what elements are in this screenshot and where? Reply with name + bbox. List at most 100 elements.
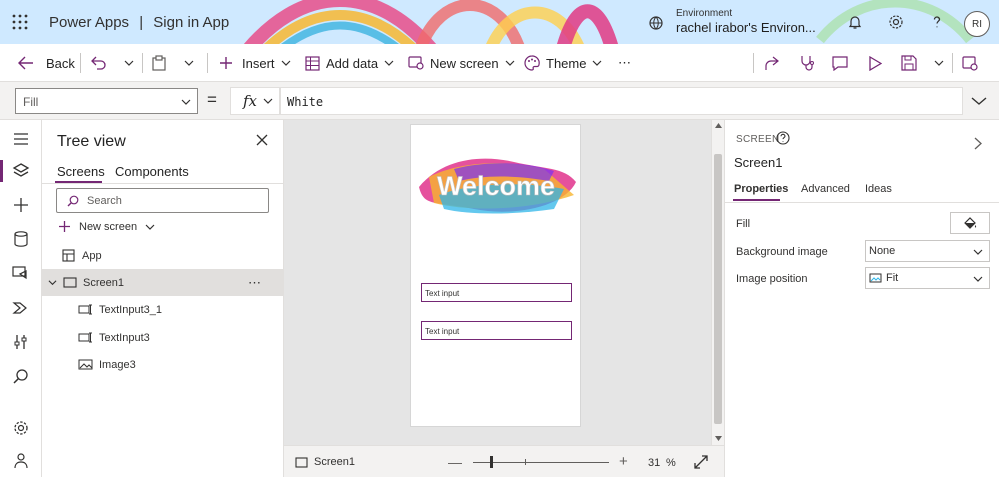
background-image-dropdown[interactable]: None — [865, 240, 990, 262]
tree-view-layers-icon[interactable] — [12, 162, 30, 180]
back-button[interactable]: Back — [18, 44, 75, 82]
tab-properties[interactable]: Properties — [734, 183, 788, 195]
share-icon[interactable] — [763, 56, 779, 71]
undo-icon[interactable] — [91, 56, 107, 70]
paste-chevron-down-icon[interactable] — [184, 58, 194, 68]
media-icon[interactable] — [12, 264, 30, 282]
save-chevron-down-icon[interactable] — [934, 58, 944, 68]
new-screen-button[interactable]: New screen — [58, 220, 155, 233]
zoom-out-button[interactable]: — — [448, 454, 462, 470]
insert-button[interactable]: Insert — [219, 44, 291, 82]
tree-item-image3[interactable]: Image3 — [42, 351, 284, 378]
formula-bar: Fill = fx White — [0, 82, 999, 120]
search-icon[interactable] — [12, 368, 30, 386]
tab-ideas[interactable]: Ideas — [865, 183, 892, 195]
new-screen-label: New screen — [430, 55, 499, 71]
scroll-down-arrow-icon[interactable] — [715, 436, 722, 441]
close-icon[interactable] — [256, 134, 268, 146]
tree-item-screen1[interactable]: Screen1 ⋯ — [42, 269, 284, 296]
insert-label: Insert — [242, 55, 275, 71]
add-data-button[interactable]: Add data — [305, 44, 394, 82]
app-grid-icon — [62, 249, 75, 262]
canvas-vertical-scrollbar[interactable] — [711, 120, 724, 445]
data-cylinder-icon[interactable] — [12, 230, 30, 248]
tree-item-label: Screen1 — [83, 276, 124, 289]
more-commands-button[interactable]: ⋯ — [618, 44, 631, 82]
product-name[interactable]: Power Apps — [49, 14, 129, 31]
image-position-value: Fit — [886, 272, 899, 284]
settings-gear-icon[interactable] — [12, 419, 30, 437]
text-input-field[interactable]: Text input — [421, 321, 572, 340]
scroll-up-arrow-icon[interactable] — [715, 123, 722, 128]
settings-gear-icon[interactable] — [888, 14, 904, 30]
welcome-image[interactable]: Welcome — [414, 147, 579, 222]
comments-icon[interactable] — [832, 56, 848, 71]
save-icon[interactable] — [901, 55, 917, 71]
zoom-slider[interactable] — [473, 462, 609, 463]
paste-clipboard-icon[interactable] — [152, 55, 166, 71]
fit-to-window-icon[interactable] — [694, 455, 708, 469]
scrollbar-thumb[interactable] — [714, 154, 722, 424]
tab-screens[interactable]: Screens — [57, 164, 105, 179]
dropdown-chevron-down-icon — [973, 249, 983, 255]
tree-item-label: App — [82, 249, 102, 262]
zoom-slider-tick — [525, 459, 526, 465]
user-avatar[interactable]: RI — [964, 11, 990, 37]
notifications-bell-icon[interactable] — [847, 14, 863, 30]
tree-item-app[interactable]: App — [42, 242, 284, 269]
help-circle-icon[interactable] — [776, 131, 790, 145]
plus-icon — [59, 221, 70, 232]
property-selector[interactable]: Fill — [15, 88, 198, 114]
tree-item-label: TextInput3 — [99, 331, 150, 344]
selected-kind-label: SCREEN — [736, 134, 780, 145]
tree-item-textinput3[interactable]: TextInput3 — [42, 324, 284, 351]
insert-plus-icon[interactable] — [12, 196, 30, 214]
help-question-icon[interactable] — [929, 14, 945, 30]
tree-item-label: Image3 — [99, 358, 136, 371]
dropdown-chevron-down-icon — [973, 276, 983, 282]
app-launcher-icon[interactable] — [12, 14, 28, 30]
title-separator: | — [139, 14, 144, 31]
theme-button[interactable]: Theme — [524, 44, 602, 82]
theme-label: Theme — [546, 55, 587, 71]
zoom-in-button[interactable]: + — [619, 453, 628, 470]
app-name: Sign in App — [153, 14, 230, 31]
theme-chevron-down-icon — [593, 60, 602, 66]
expand-panel-chevron-icon[interactable] — [974, 137, 982, 150]
current-screen-indicator[interactable]: Screen1 — [295, 456, 355, 468]
fx-chevron-down-icon — [263, 98, 273, 104]
tree-item-textinput3-1[interactable]: TextInput3_1 — [42, 296, 284, 323]
undo-chevron-down-icon[interactable] — [124, 58, 134, 68]
advanced-tools-icon[interactable] — [12, 333, 30, 351]
expand-formula-chevron-icon[interactable] — [970, 95, 988, 107]
new-screen-button[interactable]: New screen — [408, 44, 515, 82]
tab-components[interactable]: Components — [115, 164, 189, 179]
collapse-chevron-down-icon[interactable] — [48, 278, 57, 287]
more-options-button[interactable]: ⋯ — [248, 275, 261, 291]
background-image-value: None — [869, 245, 896, 257]
preview-play-icon[interactable] — [868, 56, 882, 71]
power-automate-icon[interactable] — [12, 299, 30, 317]
app-screen-preview[interactable]: Welcome Text input Text input — [410, 124, 581, 427]
new-screen-chevron-down-icon — [145, 224, 155, 230]
tab-advanced[interactable]: Advanced — [801, 183, 850, 195]
publish-icon[interactable] — [962, 56, 978, 71]
search-input[interactable]: Search — [56, 188, 269, 213]
welcome-text: Welcome — [437, 171, 555, 201]
zoom-slider-thumb[interactable] — [490, 456, 493, 468]
fill-color-picker[interactable] — [950, 212, 990, 234]
environment-picker[interactable]: rachel irabor's Environ... — [676, 20, 816, 35]
hamburger-menu-icon[interactable] — [12, 130, 30, 148]
formula-input[interactable]: White — [280, 87, 963, 115]
function-button[interactable]: fx — [230, 87, 280, 115]
image-position-dropdown[interactable]: Fit — [865, 267, 990, 289]
search-placeholder: Search — [87, 194, 122, 207]
app-checker-stethoscope-icon[interactable] — [799, 55, 815, 71]
virtual-agent-icon[interactable] — [12, 452, 30, 470]
text-input-field[interactable]: Text input — [421, 283, 572, 302]
search-icon — [67, 195, 79, 206]
zoom-unit: % — [666, 457, 676, 469]
design-canvas[interactable]: Welcome Text input Text input — [284, 120, 711, 445]
new-screen-icon — [408, 56, 424, 70]
selected-control-name[interactable]: Screen1 — [734, 155, 782, 170]
